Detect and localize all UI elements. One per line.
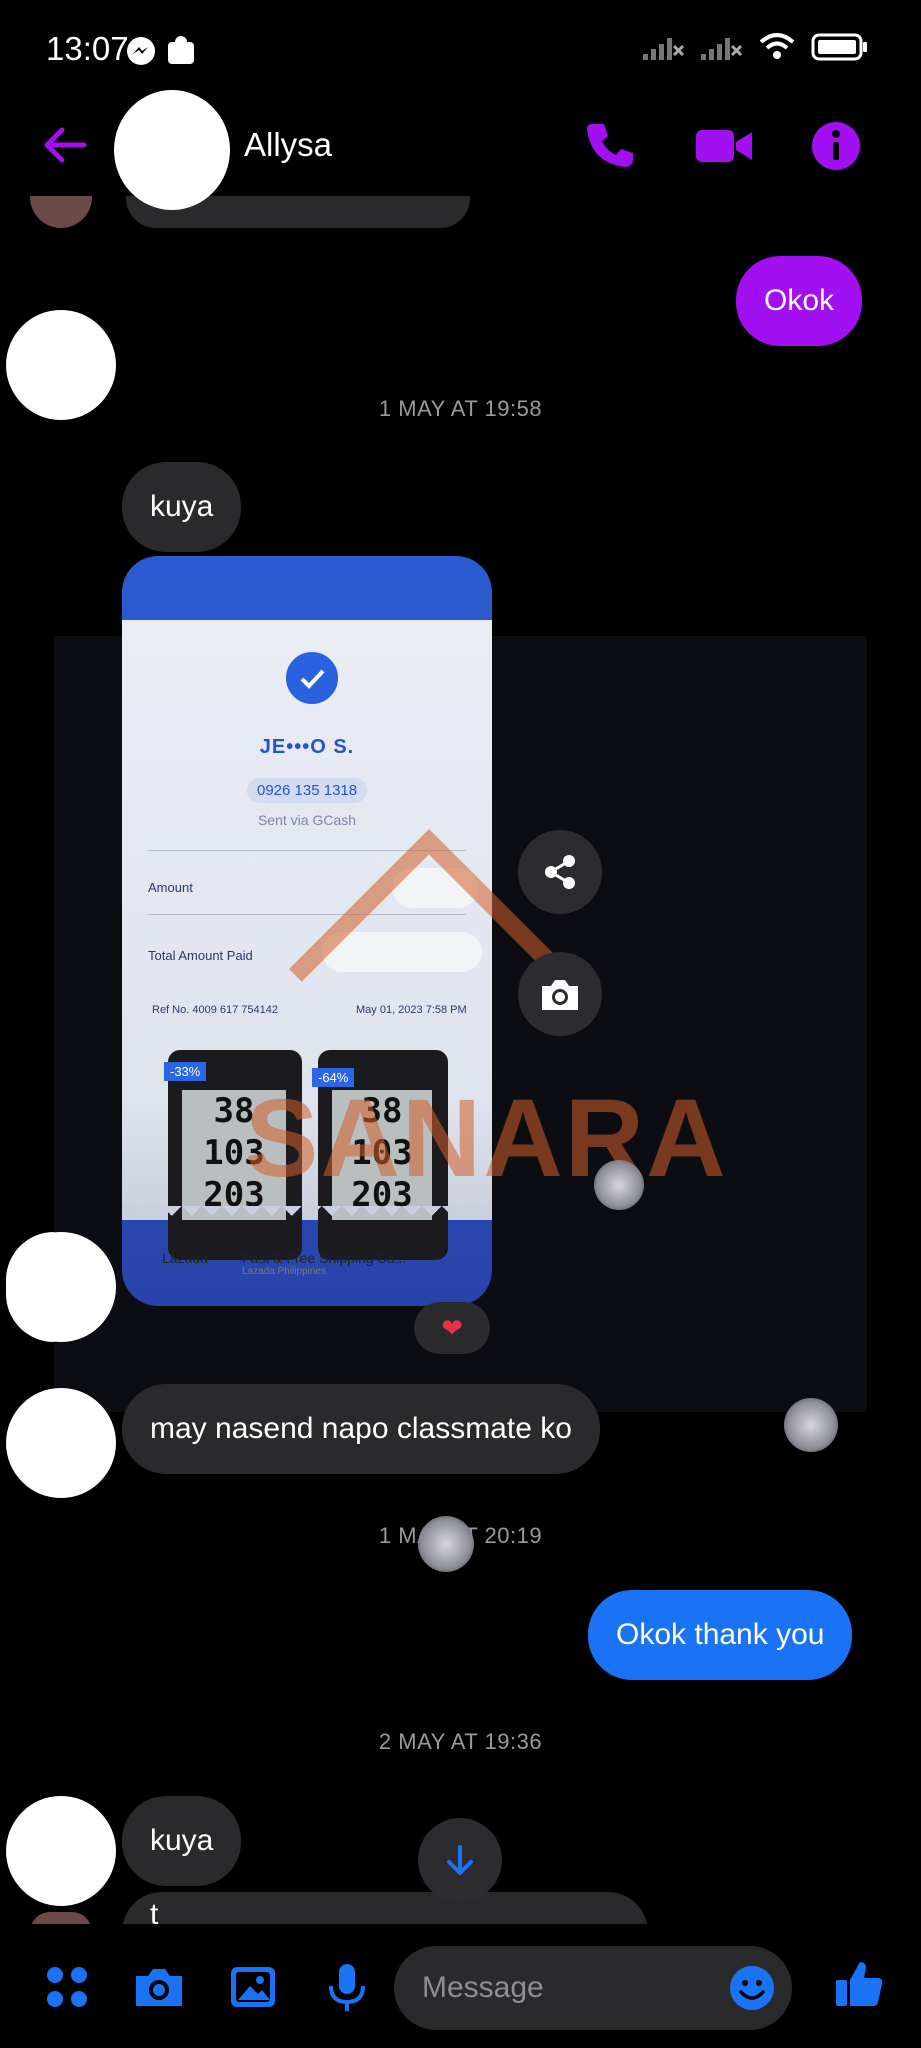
receipt-sent-via: Sent via GCash <box>257 812 357 828</box>
message-incoming[interactable]: kuya <box>122 1796 242 1886</box>
signal-icon <box>643 38 685 60</box>
contact-name[interactable]: Allysa <box>244 126 332 164</box>
ad-text: Fast & Free Shipping Sa... <box>242 1250 407 1266</box>
message-outgoing[interactable]: Okok thank you <box>588 1590 853 1680</box>
emoji-icon[interactable] <box>728 1964 776 2012</box>
touch-indicator <box>784 1398 838 1452</box>
messenger-icon <box>126 36 156 71</box>
camera-save-button[interactable] <box>518 952 602 1036</box>
microphone-icon[interactable] <box>320 1960 374 2014</box>
reference-number: Ref No. 4009 617 754142 <box>152 1004 278 1016</box>
timestamp: 2 MAY AT 19:36 <box>378 1729 543 1754</box>
ad-discount-badge: -33% <box>164 1062 207 1081</box>
back-arrow-icon[interactable] <box>40 120 90 170</box>
total-label: Total Amount Paid <box>148 948 253 963</box>
thumbs-up-icon[interactable] <box>834 1958 886 2010</box>
check-icon <box>282 648 342 708</box>
wifi-icon <box>759 33 795 59</box>
receipt-edge <box>122 1206 492 1226</box>
message-incoming[interactable]: may nasend napo classmate ko <box>122 1384 600 1474</box>
puzzle-icon <box>166 34 196 71</box>
sender-avatar[interactable] <box>6 1388 116 1498</box>
message-incoming[interactable]: kuya <box>122 462 242 552</box>
signal-icon-2 <box>701 38 743 60</box>
touch-indicator <box>418 1516 474 1572</box>
sender-avatar[interactable] <box>6 1796 116 1906</box>
timestamp: 1 MAY AT 19:58 <box>378 396 543 421</box>
status-time: 13:07 <box>46 30 129 67</box>
receipt-number: 0926 135 1318 <box>247 778 368 803</box>
amount-label: Amount <box>148 880 193 895</box>
watermark-text: SANARA <box>245 1077 728 1200</box>
scroll-to-bottom-button[interactable] <box>418 1818 502 1902</box>
battery-icon <box>811 33 867 61</box>
info-icon[interactable] <box>808 118 864 174</box>
video-call-icon[interactable] <box>694 118 752 174</box>
share-button[interactable] <box>518 830 602 914</box>
contact-avatar[interactable] <box>114 90 230 210</box>
receipt-name: JE•••O S. <box>259 736 355 758</box>
camera-icon[interactable] <box>132 1960 186 2014</box>
apps-grid-icon[interactable] <box>40 1960 94 2014</box>
status-icons <box>641 32 869 62</box>
ad-subtext: Lazada Philippines <box>242 1266 326 1277</box>
heart-reaction-icon[interactable]: ❤ <box>414 1302 490 1354</box>
message-outgoing[interactable]: Okok <box>736 256 863 346</box>
ad-brand: Lazada <box>162 1250 208 1266</box>
phone-call-icon[interactable] <box>582 118 638 174</box>
avatar-half <box>6 1232 54 1342</box>
gallery-icon[interactable] <box>226 1960 280 2014</box>
avatar-partial <box>30 196 92 228</box>
touch-indicator <box>594 1160 644 1210</box>
